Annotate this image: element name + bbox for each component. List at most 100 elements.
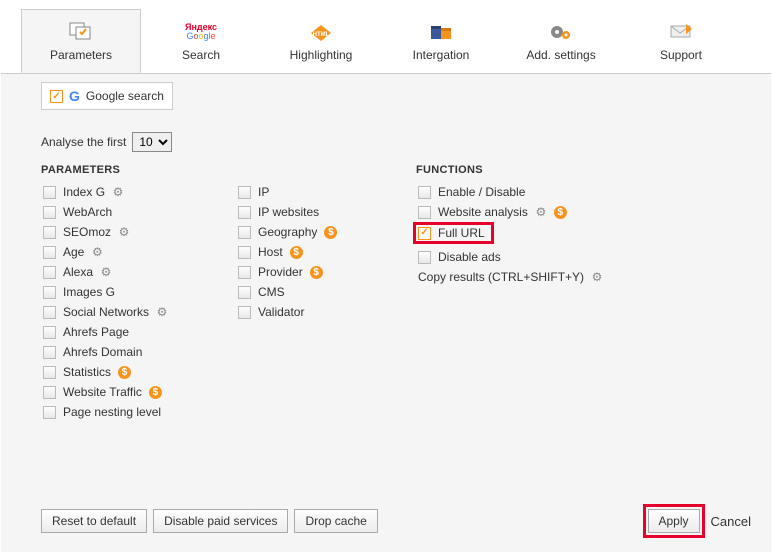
tab-integration-label: Intergation <box>413 48 470 62</box>
tab-search-label: Search <box>182 48 220 62</box>
tab-add-settings-label: Add. settings <box>526 48 595 62</box>
opt-images-g: Images G <box>63 285 115 299</box>
opt-host: Host <box>258 245 283 259</box>
analyse-select[interactable]: 10 <box>132 132 172 152</box>
checkbox-statistics[interactable] <box>43 366 56 379</box>
checkbox-website-traffic[interactable] <box>43 386 56 399</box>
parameters-column: PARAMETERS Index G ⚙ WebArch SEOmoz ⚙ Age ⚙… <box>41 164 216 422</box>
paid-icon: $ <box>149 386 162 399</box>
apply-highlight: Apply <box>643 504 705 538</box>
opt-website-traffic: Website Traffic <box>63 385 142 399</box>
opt-nesting: Page nesting level <box>63 405 161 419</box>
footer: Reset to default Disable paid services D… <box>41 504 751 538</box>
tab-add-settings[interactable]: Add. settings <box>501 9 621 73</box>
opt-ip: IP <box>258 185 269 199</box>
opt-ahrefs-domain: Ahrefs Domain <box>63 345 142 359</box>
cancel-link[interactable]: Cancel <box>711 514 751 529</box>
tab-parameters[interactable]: Parameters <box>21 9 141 73</box>
paid-icon: $ <box>324 226 337 239</box>
paid-icon: $ <box>554 206 567 219</box>
checkbox-provider[interactable] <box>238 266 251 279</box>
opt-index-g: Index G <box>63 185 105 199</box>
support-icon <box>667 20 695 44</box>
main-tabs: Parameters Яндекс Google Search HTML Hig… <box>1 1 771 74</box>
subtab-check-icon <box>50 90 63 103</box>
parameters-header: PARAMETERS <box>41 164 216 176</box>
analyse-label: Analyse the first <box>41 135 126 149</box>
checkbox-nesting[interactable] <box>43 406 56 419</box>
checkbox-ahrefs-page[interactable] <box>43 326 56 339</box>
paid-icon: $ <box>118 366 131 379</box>
disable-paid-button[interactable]: Disable paid services <box>153 509 288 533</box>
checkbox-website-analysis[interactable] <box>418 206 431 219</box>
checkbox-age[interactable] <box>43 246 56 259</box>
integration-icon <box>427 20 455 44</box>
opt-webarch: WebArch <box>63 205 112 219</box>
checkbox-ip-websites[interactable] <box>238 206 251 219</box>
tab-support[interactable]: Support <box>621 9 741 73</box>
checkbox-validator[interactable] <box>238 306 251 319</box>
gear-icon[interactable]: ⚙ <box>156 306 168 318</box>
checkbox-disable-ads[interactable] <box>418 251 431 264</box>
tab-integration[interactable]: Intergation <box>381 9 501 73</box>
settings-icon <box>547 20 575 44</box>
checkbox-alexa[interactable] <box>43 266 56 279</box>
full-url-highlight: Full URL <box>413 222 494 244</box>
opt-full-url: Full URL <box>438 226 485 240</box>
apply-button[interactable]: Apply <box>648 509 700 533</box>
highlighting-icon: HTML <box>307 20 335 44</box>
checkbox-seomoz[interactable] <box>43 226 56 239</box>
functions-header: FUNCTIONS <box>416 164 646 176</box>
gear-icon[interactable]: ⚙ <box>91 246 103 258</box>
checkbox-social[interactable] <box>43 306 56 319</box>
opt-enable-disable: Enable / Disable <box>438 185 525 199</box>
tab-highlighting[interactable]: HTML Highlighting <box>261 9 381 73</box>
opt-geography: Geography <box>258 225 317 239</box>
tab-search[interactable]: Яндекс Google Search <box>141 9 261 73</box>
opt-provider: Provider <box>258 265 303 279</box>
opt-seomoz: SEOmoz <box>63 225 111 239</box>
search-icon: Яндекс Google <box>187 20 215 44</box>
checkbox-images-g[interactable] <box>43 286 56 299</box>
reset-button[interactable]: Reset to default <box>41 509 147 533</box>
gear-icon[interactable]: ⚙ <box>100 266 112 278</box>
opt-social: Social Networks <box>63 305 149 319</box>
checkbox-ip[interactable] <box>238 186 251 199</box>
checkbox-host[interactable] <box>238 246 251 259</box>
gear-icon[interactable]: ⚙ <box>591 271 603 283</box>
opt-cms: CMS <box>258 285 285 299</box>
tab-support-label: Support <box>660 48 702 62</box>
drop-cache-button[interactable]: Drop cache <box>294 509 377 533</box>
opt-statistics: Statistics <box>63 365 111 379</box>
gear-icon[interactable]: ⚙ <box>535 206 547 218</box>
content-panel: G Google search Analyse the first 10 PAR… <box>1 74 771 552</box>
paid-icon: $ <box>290 246 303 259</box>
checkbox-ahrefs-domain[interactable] <box>43 346 56 359</box>
subtab-google-search[interactable]: G Google search <box>41 82 173 110</box>
checkbox-index-g[interactable] <box>43 186 56 199</box>
parameters-icon <box>67 20 95 44</box>
opt-website-analysis: Website analysis <box>438 205 528 219</box>
parameters-column-2: . IP IP websites Geography$ Host$ Provid… <box>236 164 396 422</box>
analyse-row: Analyse the first 10 <box>41 132 731 152</box>
checkbox-webarch[interactable] <box>43 206 56 219</box>
checkbox-enable-disable[interactable] <box>418 186 431 199</box>
tab-parameters-label: Parameters <box>50 48 112 62</box>
gear-icon[interactable]: ⚙ <box>112 186 124 198</box>
checkbox-geography[interactable] <box>238 226 251 239</box>
opt-ahrefs-page: Ahrefs Page <box>63 325 129 339</box>
opt-age: Age <box>63 245 84 259</box>
opt-ip-websites: IP websites <box>258 205 319 219</box>
google-logo-icon: G <box>69 88 80 104</box>
checkbox-cms[interactable] <box>238 286 251 299</box>
checkbox-full-url[interactable] <box>418 227 431 240</box>
opt-disable-ads: Disable ads <box>438 250 501 264</box>
opt-copy-results: Copy results (CTRL+SHIFT+Y) <box>418 270 584 284</box>
gear-icon[interactable]: ⚙ <box>118 226 130 238</box>
tab-highlighting-label: Highlighting <box>290 48 353 62</box>
paid-icon: $ <box>310 266 323 279</box>
opt-alexa: Alexa <box>63 265 93 279</box>
opt-validator: Validator <box>258 305 304 319</box>
svg-text:HTML: HTML <box>313 32 330 38</box>
subtab-label: Google search <box>86 89 164 103</box>
